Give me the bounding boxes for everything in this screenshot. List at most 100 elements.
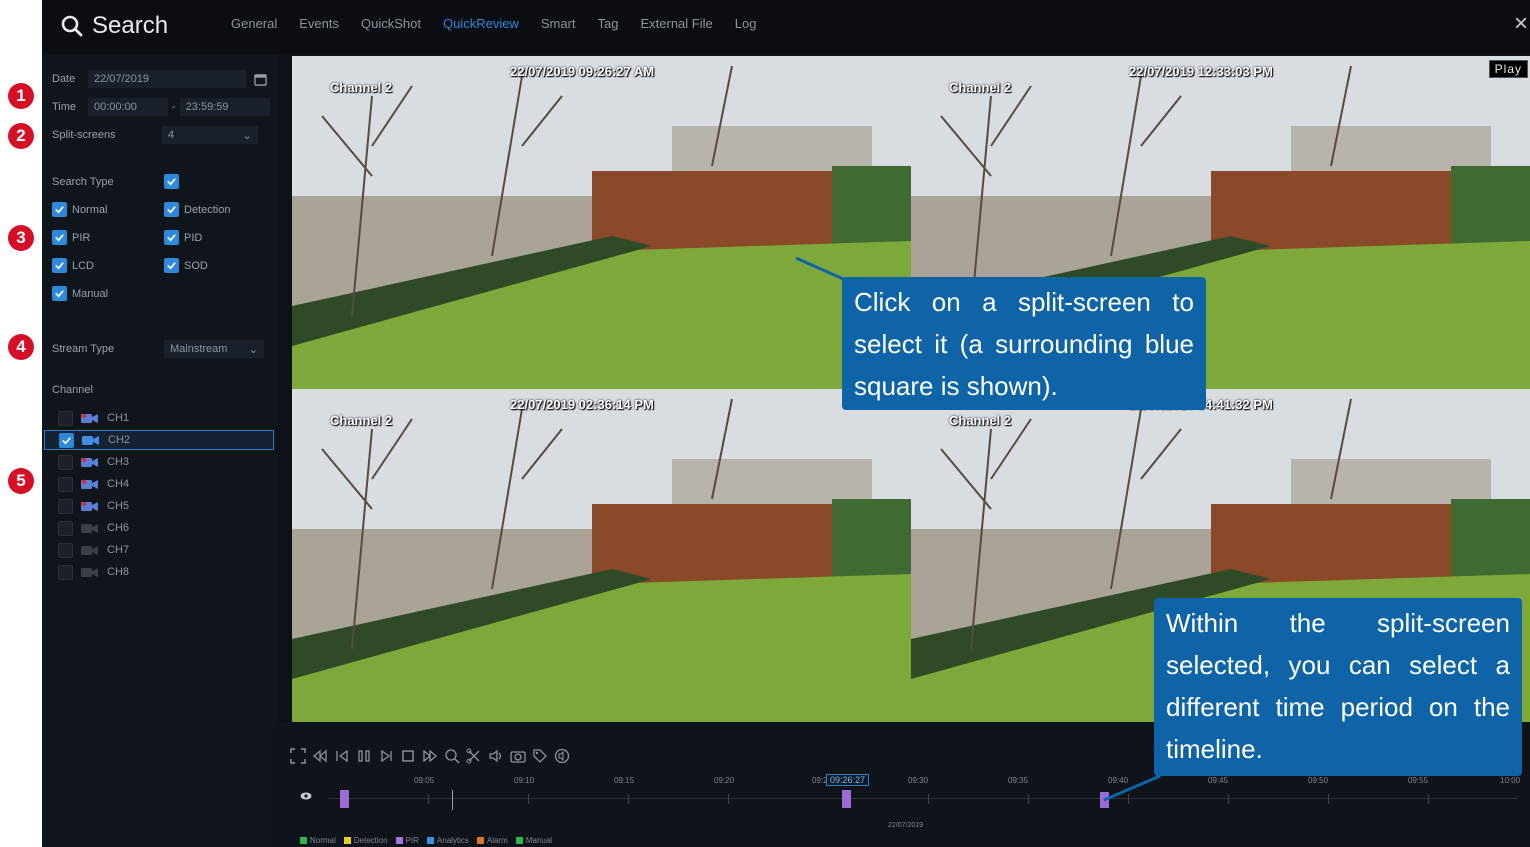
search-icon — [61, 15, 83, 37]
page-title: Search — [92, 12, 169, 39]
type-label: LCD — [72, 259, 95, 272]
timeline-gridline — [1328, 794, 1329, 804]
channel-label: Channel — [52, 384, 93, 396]
type-label: SOD — [184, 259, 208, 272]
pir-recording-segment[interactable] — [340, 790, 349, 808]
channel-item-ch3[interactable]: CH3 — [44, 452, 274, 472]
tab-quickshot[interactable]: QuickShot — [350, 14, 432, 33]
tab-tag[interactable]: Tag — [587, 14, 630, 33]
timeline-tick: 10:00 — [1500, 776, 1521, 785]
pause-icon[interactable] — [356, 748, 372, 764]
checkbox-icon — [52, 258, 67, 273]
channel-item-ch2[interactable]: CH2 — [44, 430, 274, 450]
type-label: Normal — [72, 203, 108, 216]
timeline-playhead[interactable] — [452, 790, 453, 810]
clip-icon[interactable] — [466, 748, 482, 764]
type-pir[interactable]: PIR — [52, 230, 90, 245]
tab-smart[interactable]: Smart — [530, 14, 587, 33]
pir-recording-segment[interactable] — [1100, 792, 1109, 808]
tab-external-file[interactable]: External File — [629, 14, 723, 33]
channel-label: CH2 — [108, 434, 131, 446]
split-select[interactable]: 4 ⌄ — [162, 126, 258, 144]
type-pid[interactable]: PID — [164, 230, 202, 245]
type-manual[interactable]: Manual — [52, 286, 108, 301]
audio-off-icon[interactable] — [554, 748, 570, 764]
close-button[interactable]: × — [1514, 12, 1528, 36]
timeline-callout: Within the split-screen selected, you ca… — [1154, 598, 1522, 776]
step-badge-5: 5 — [8, 468, 34, 494]
play-badge[interactable]: Play — [1488, 60, 1528, 78]
timeline-gridline — [1228, 794, 1229, 804]
stream-select[interactable]: Mainstream ⌄ — [164, 340, 264, 358]
legend-label: Alarm — [486, 836, 508, 845]
time-separator: - — [172, 101, 176, 113]
time-row: Time 00:00:00 - 23:59:59 — [52, 98, 270, 116]
type-detection[interactable]: Detection — [164, 202, 230, 217]
channel-label: Channel 2 — [330, 80, 393, 95]
legend-label: Analytics — [436, 836, 469, 845]
channel-label: Channel 2 — [330, 413, 393, 428]
checkbox-icon — [52, 286, 67, 301]
channel-item-ch6[interactable]: CH6 — [44, 518, 274, 538]
channel-label: CH7 — [107, 544, 130, 556]
time-end-field[interactable]: 23:59:59 — [179, 98, 270, 116]
channel-item-ch5[interactable]: CH5 — [44, 496, 274, 516]
tag-icon[interactable] — [532, 748, 548, 764]
time-start-value: 00:00:00 — [94, 101, 137, 113]
calendar-icon[interactable] — [254, 73, 267, 86]
volume-icon[interactable] — [488, 748, 504, 764]
timeline[interactable]: 09:05 09:10 09:15 09:20 09:25 09:26:27 0… — [288, 774, 1528, 822]
channel-label: CH4 — [107, 478, 130, 490]
tab-log[interactable]: Log — [724, 14, 768, 33]
channel-item-ch4[interactable]: CH4 — [44, 474, 274, 494]
type-label: PIR — [72, 231, 91, 244]
legend-label: Normal — [310, 836, 336, 845]
zoom-icon[interactable] — [444, 748, 460, 764]
search-sidebar: Date 22/07/2019 Time 00:00:00 - 23:59:59… — [42, 54, 278, 847]
snapshot-icon[interactable] — [510, 748, 526, 764]
timeline-gridline — [628, 794, 629, 804]
channel-label: CH6 — [107, 522, 130, 534]
tab-quickreview[interactable]: QuickReview — [432, 14, 530, 33]
type-sod[interactable]: SOD — [164, 258, 208, 273]
timeline-date: 22/07/2019 — [888, 822, 924, 829]
type-normal[interactable]: Normal — [52, 202, 107, 217]
tab-general[interactable]: General — [220, 14, 288, 33]
checkbox-icon — [58, 542, 73, 558]
timeline-gridline — [1428, 794, 1429, 804]
split-screen-1[interactable]: Channel 2 22/07/2019 09:26:27 AM — [292, 56, 911, 389]
stop-icon[interactable] — [400, 748, 416, 764]
eye-icon[interactable] — [300, 792, 312, 800]
channel-item-ch7[interactable]: CH7 — [44, 540, 274, 560]
step-badge-3: 3 — [8, 225, 34, 251]
top-bar: Search General Events QuickShot QuickRev… — [42, 0, 1530, 54]
legend-label: Manual — [525, 836, 553, 845]
split-screen-3[interactable]: Channel 2 22/07/2019 02:36:14 PM — [292, 389, 911, 722]
split-label: Split-screens — [52, 129, 116, 141]
reverse-play-icon[interactable] — [334, 748, 350, 764]
fast-forward-icon[interactable] — [422, 748, 438, 764]
checkbox-icon — [58, 520, 73, 536]
pir-recording-segment[interactable] — [842, 790, 851, 808]
legend-item-detection: Detection — [343, 836, 388, 845]
time-start-field[interactable]: 00:00:00 — [88, 98, 168, 116]
channel-label: Channel 2 — [949, 80, 1012, 95]
rewind-icon[interactable] — [312, 748, 328, 764]
legend-item-pir: PIR — [395, 836, 419, 845]
split-value: 4 — [168, 129, 175, 141]
type-lcd[interactable]: LCD — [52, 258, 94, 273]
channel-label: CH8 — [107, 566, 130, 578]
checkbox-icon — [52, 230, 67, 245]
play-icon[interactable] — [378, 748, 394, 764]
timeline-track — [328, 798, 1518, 799]
camera-feed-image — [292, 56, 911, 389]
search-type-all-checkbox[interactable] — [164, 174, 179, 189]
timeline-gridline — [528, 794, 529, 804]
legend-item-normal: Normal — [300, 836, 336, 845]
tab-events[interactable]: Events — [288, 14, 350, 33]
channel-item-ch1[interactable]: CH1 — [44, 408, 274, 428]
channel-item-ch8[interactable]: CH8 — [44, 562, 274, 582]
type-label: Manual — [72, 287, 109, 300]
date-field[interactable]: 22/07/2019 — [88, 70, 246, 88]
fullscreen-icon[interactable] — [290, 748, 306, 764]
